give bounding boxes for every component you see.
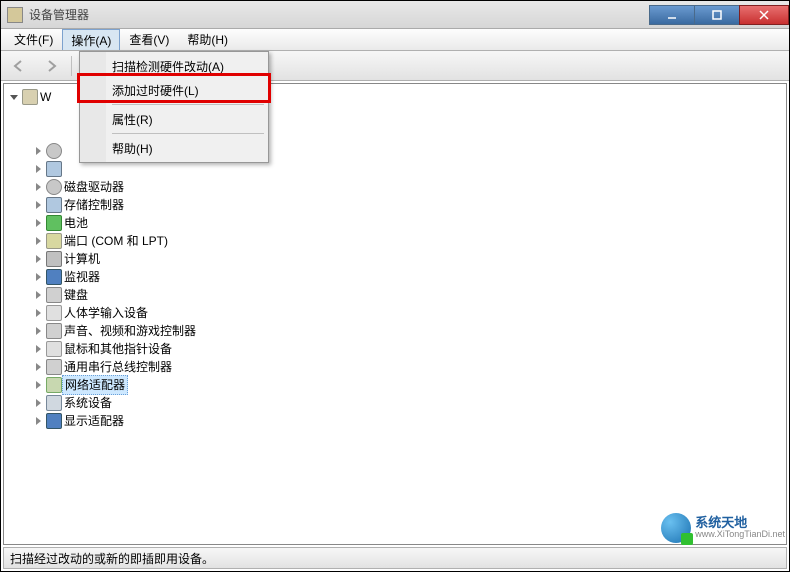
- expander-icon[interactable]: [32, 307, 44, 319]
- device-icon: [46, 179, 62, 195]
- menu-view[interactable]: 查看(V): [120, 29, 178, 50]
- ctx-help[interactable]: 帮助(H): [82, 136, 266, 160]
- tree-item-label: 鼠标和其他指针设备: [62, 340, 174, 358]
- expander-icon[interactable]: [32, 361, 44, 373]
- minimize-button[interactable]: [649, 5, 695, 25]
- tree-item[interactable]: 显示适配器: [8, 412, 786, 430]
- device-icon: [46, 395, 62, 411]
- tree-item[interactable]: 键盘: [8, 286, 786, 304]
- nav-back-button[interactable]: [7, 55, 31, 77]
- tree-item-label: 人体学输入设备: [62, 304, 150, 322]
- expander-icon[interactable]: [32, 235, 44, 247]
- expander-icon[interactable]: [32, 379, 44, 391]
- tree-item[interactable]: 声音、视频和游戏控制器: [8, 322, 786, 340]
- device-icon: [46, 215, 62, 231]
- device-icon: [46, 341, 62, 357]
- device-icon: [46, 359, 62, 375]
- device-icon: [46, 269, 62, 285]
- device-icon: [46, 143, 62, 159]
- expander-icon[interactable]: [32, 145, 44, 157]
- device-icon: [46, 161, 62, 177]
- expander-icon[interactable]: [8, 91, 20, 103]
- expander-icon[interactable]: [32, 199, 44, 211]
- tree-item[interactable]: 监视器: [8, 268, 786, 286]
- context-menu-separator: [112, 104, 264, 105]
- app-icon: [7, 7, 23, 23]
- tree-item-label: 键盘: [62, 286, 90, 304]
- device-icon: [46, 413, 62, 429]
- window-title: 设备管理器: [29, 6, 650, 23]
- watermark-title: 系统天地: [695, 516, 785, 530]
- maximize-button[interactable]: [694, 5, 740, 25]
- menu-file[interactable]: 文件(F): [5, 29, 62, 50]
- tree-item[interactable]: 电池: [8, 214, 786, 232]
- tree-item-label: 存储控制器: [62, 196, 126, 214]
- expander-icon[interactable]: [32, 271, 44, 283]
- toolbar-separator: [71, 56, 72, 76]
- ctx-properties[interactable]: 属性(R): [82, 107, 266, 131]
- watermark: 系统天地 www.XiTongTianDi.net: [661, 513, 785, 543]
- computer-root-icon: [22, 89, 38, 105]
- tree-item[interactable]: 端口 (COM 和 LPT): [8, 232, 786, 250]
- statusbar: 扫描经过改动的或新的即插即用设备。: [3, 547, 787, 569]
- ctx-add-legacy-hardware[interactable]: 添加过时硬件(L): [82, 78, 266, 102]
- tree-root-label: W: [38, 88, 53, 106]
- expander-icon[interactable]: [32, 253, 44, 265]
- watermark-url: www.XiTongTianDi.net: [695, 530, 785, 540]
- tree-item-label: 声音、视频和游戏控制器: [62, 322, 198, 340]
- tree-item-label: 计算机: [62, 250, 102, 268]
- device-icon: [46, 305, 62, 321]
- tree-item[interactable]: 网络适配器: [8, 376, 786, 394]
- context-menu-separator: [112, 133, 264, 134]
- expander-icon[interactable]: [32, 325, 44, 337]
- watermark-globe-icon: [661, 513, 691, 543]
- close-button[interactable]: [739, 5, 789, 25]
- expander-icon[interactable]: [32, 343, 44, 355]
- device-icon: [46, 197, 62, 213]
- tree-item-label: 网络适配器: [62, 375, 128, 395]
- device-icon: [46, 323, 62, 339]
- device-icon: [46, 251, 62, 267]
- tree-item-label: 通用串行总线控制器: [62, 358, 174, 376]
- tree-item-label: 电池: [62, 214, 90, 232]
- menubar: 文件(F) 操作(A) 查看(V) 帮助(H): [1, 29, 789, 51]
- tree-item-label: 系统设备: [62, 394, 114, 412]
- tree-item-label: 监视器: [62, 268, 102, 286]
- device-icon: [46, 377, 62, 393]
- expander-icon[interactable]: [32, 217, 44, 229]
- ctx-scan-hardware[interactable]: 扫描检测硬件改动(A): [82, 54, 266, 78]
- tree-item-label: 磁盘驱动器: [62, 178, 126, 196]
- tree-item[interactable]: 计算机: [8, 250, 786, 268]
- menu-help[interactable]: 帮助(H): [178, 29, 237, 50]
- tree-item[interactable]: 系统设备: [8, 394, 786, 412]
- device-icon: [46, 287, 62, 303]
- action-context-menu: 扫描检测硬件改动(A) 添加过时硬件(L) 属性(R) 帮助(H): [79, 51, 269, 163]
- tree-item-label: 显示适配器: [62, 412, 126, 430]
- tree-item[interactable]: 存储控制器: [8, 196, 786, 214]
- expander-icon[interactable]: [32, 415, 44, 427]
- expander-icon[interactable]: [32, 181, 44, 193]
- titlebar: 设备管理器: [1, 1, 789, 29]
- tree-item[interactable]: 人体学输入设备: [8, 304, 786, 322]
- expander-icon[interactable]: [32, 289, 44, 301]
- tree-item[interactable]: 鼠标和其他指针设备: [8, 340, 786, 358]
- expander-icon[interactable]: [32, 163, 44, 175]
- statusbar-text: 扫描经过改动的或新的即插即用设备。: [10, 550, 214, 567]
- device-icon: [46, 233, 62, 249]
- tree-item-label: 端口 (COM 和 LPT): [62, 232, 170, 250]
- expander-icon[interactable]: [32, 397, 44, 409]
- tree-item[interactable]: 磁盘驱动器: [8, 178, 786, 196]
- menu-action[interactable]: 操作(A): [62, 29, 120, 50]
- tree-item[interactable]: 通用串行总线控制器: [8, 358, 786, 376]
- nav-forward-button[interactable]: [39, 55, 63, 77]
- window-buttons: [650, 5, 789, 25]
